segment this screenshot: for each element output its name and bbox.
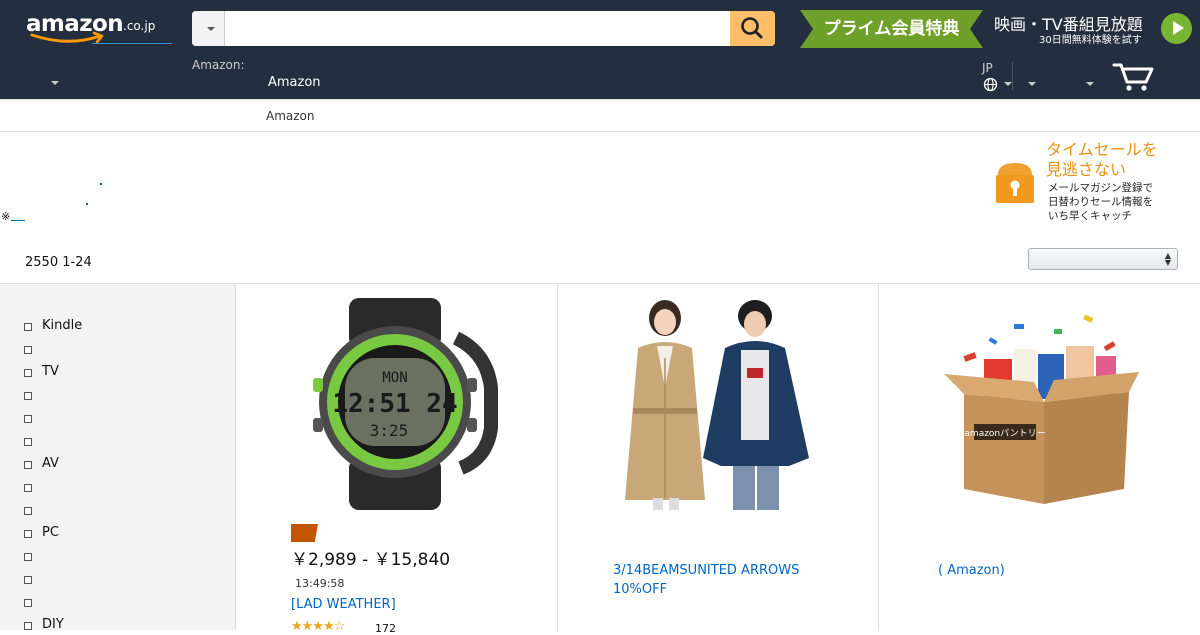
checkbox[interactable] (24, 484, 32, 492)
filter-label: TV (42, 364, 59, 379)
product-card[interactable]: MON 12:51 24 3:25 ￥2,989 - ￥15,840 13:49… (236, 284, 558, 635)
checkbox[interactable] (24, 461, 32, 469)
timesale-sub-2: 日替わりセール情報を (1048, 196, 1153, 208)
deal-countdown: 13:49:58 (295, 577, 345, 590)
checkbox[interactable] (24, 530, 32, 538)
sub-navigation: Amazon (0, 99, 1200, 132)
filter-label: AV (42, 456, 59, 471)
product-grid: MON 12:51 24 3:25 ￥2,989 - ￥15,840 13:49… (236, 283, 1200, 635)
search-icon (741, 17, 763, 39)
nav-account-link[interactable]: Amazon (268, 75, 321, 90)
filter-label: Kindle (42, 318, 83, 333)
chevron-down-icon[interactable] (1004, 82, 1012, 86)
star-rating-icon[interactable]: ★★★★☆ (291, 619, 345, 634)
search-category-dropdown[interactable] (192, 11, 225, 46)
sort-dropdown[interactable]: ▲ ▼ (1028, 248, 1178, 270)
note-mark: ※ (1, 210, 11, 223)
nav-account-hello: Amazon: (192, 58, 245, 72)
language-selector[interactable]: JP (982, 61, 993, 75)
pantry-box-label: amazonパントリー (964, 428, 1045, 439)
product-card[interactable]: 3/14BEAMSUNITED ARROWS 10%OFF (558, 284, 879, 631)
product-image-watch[interactable]: MON 12:51 24 3:25 (291, 298, 499, 510)
product-image-fashion[interactable] (613, 298, 823, 510)
checkbox[interactable] (24, 323, 32, 331)
checkbox[interactable] (24, 507, 32, 515)
play-icon[interactable] (1161, 13, 1192, 44)
checkbox[interactable] (24, 553, 32, 561)
search-button[interactable] (730, 11, 775, 46)
note-link[interactable] (11, 220, 25, 221)
chevron-down-icon (207, 27, 215, 31)
tiny-link[interactable] (86, 203, 88, 205)
checkbox[interactable] (24, 438, 32, 446)
top-nav: amazon .co.jp プライム会員特典 映画・TV番組見放題 30日間無料… (0, 0, 1200, 99)
product-card[interactable]: amazonパントリー ( Amazon) (879, 284, 1200, 631)
sort-arrows-icon: ▲ ▼ (1164, 251, 1171, 267)
prime-benefits-banner[interactable]: プライム会員特典 (800, 10, 983, 48)
product-price: ￥2,989 - ￥15,840 (291, 550, 451, 570)
product-title[interactable]: ( Amazon) (938, 561, 1005, 580)
lock-icon (996, 163, 1034, 203)
search-input[interactable] (225, 11, 730, 46)
product-image-pantry-box[interactable]: amazonパントリー (934, 304, 1149, 504)
rating-count[interactable]: 172 (375, 622, 396, 635)
checkbox[interactable] (24, 415, 32, 423)
results-count: 2550 1-24 (25, 255, 92, 270)
category-filter-sidebar: Kindle TV AV PC DIY (0, 283, 236, 632)
logo-domain: .co.jp (123, 19, 156, 33)
cart-icon[interactable] (1112, 60, 1154, 92)
timesale-sub-1: メールマガジン登録で (1048, 182, 1153, 194)
logo-underline (92, 43, 172, 44)
checkbox[interactable] (24, 599, 32, 607)
globe-icon[interactable] (983, 77, 998, 92)
timesale-newsletter-banner[interactable]: タイムセールを 見逃さない メールマガジン登録で 日替わりセール情報を いち早く… (994, 139, 1164, 229)
checkbox[interactable] (24, 576, 32, 584)
chevron-down-icon[interactable] (1086, 82, 1094, 86)
product-title[interactable]: [LAD WEATHER] (291, 595, 396, 614)
chevron-down-icon[interactable] (51, 81, 59, 85)
timesale-sub-3: いち早くキャッチ (1048, 210, 1132, 222)
tiny-link[interactable] (100, 183, 102, 185)
watch-day: MON (382, 370, 407, 386)
nav-divider (1012, 62, 1013, 90)
checkbox[interactable] (24, 369, 32, 377)
chevron-down-icon[interactable] (1028, 82, 1036, 86)
watch-time: 12:51 24 (332, 389, 457, 419)
subnav-link-amazon[interactable]: Amazon (266, 109, 315, 123)
filter-label: PC (42, 525, 59, 540)
product-title-line2[interactable]: 10%OFF (613, 580, 667, 599)
video-promo-subtitle[interactable]: 30日間無料体験を試す (1039, 31, 1142, 46)
search-bar (192, 11, 775, 46)
prime-banner-text: プライム会員特典 (823, 19, 960, 39)
checkbox[interactable] (24, 622, 32, 630)
amazon-logo[interactable]: amazon .co.jp (26, 11, 172, 47)
watch-sub: 3:25 (370, 421, 409, 440)
timesale-title-1: タイムセールを (1046, 140, 1158, 159)
checkbox[interactable] (24, 346, 32, 354)
timesale-title-2: 見逃さない (1046, 160, 1127, 179)
product-title-line1[interactable]: 3/14BEAMSUNITED ARROWS (613, 561, 799, 580)
deal-badge (291, 524, 318, 542)
checkbox[interactable] (24, 392, 32, 400)
